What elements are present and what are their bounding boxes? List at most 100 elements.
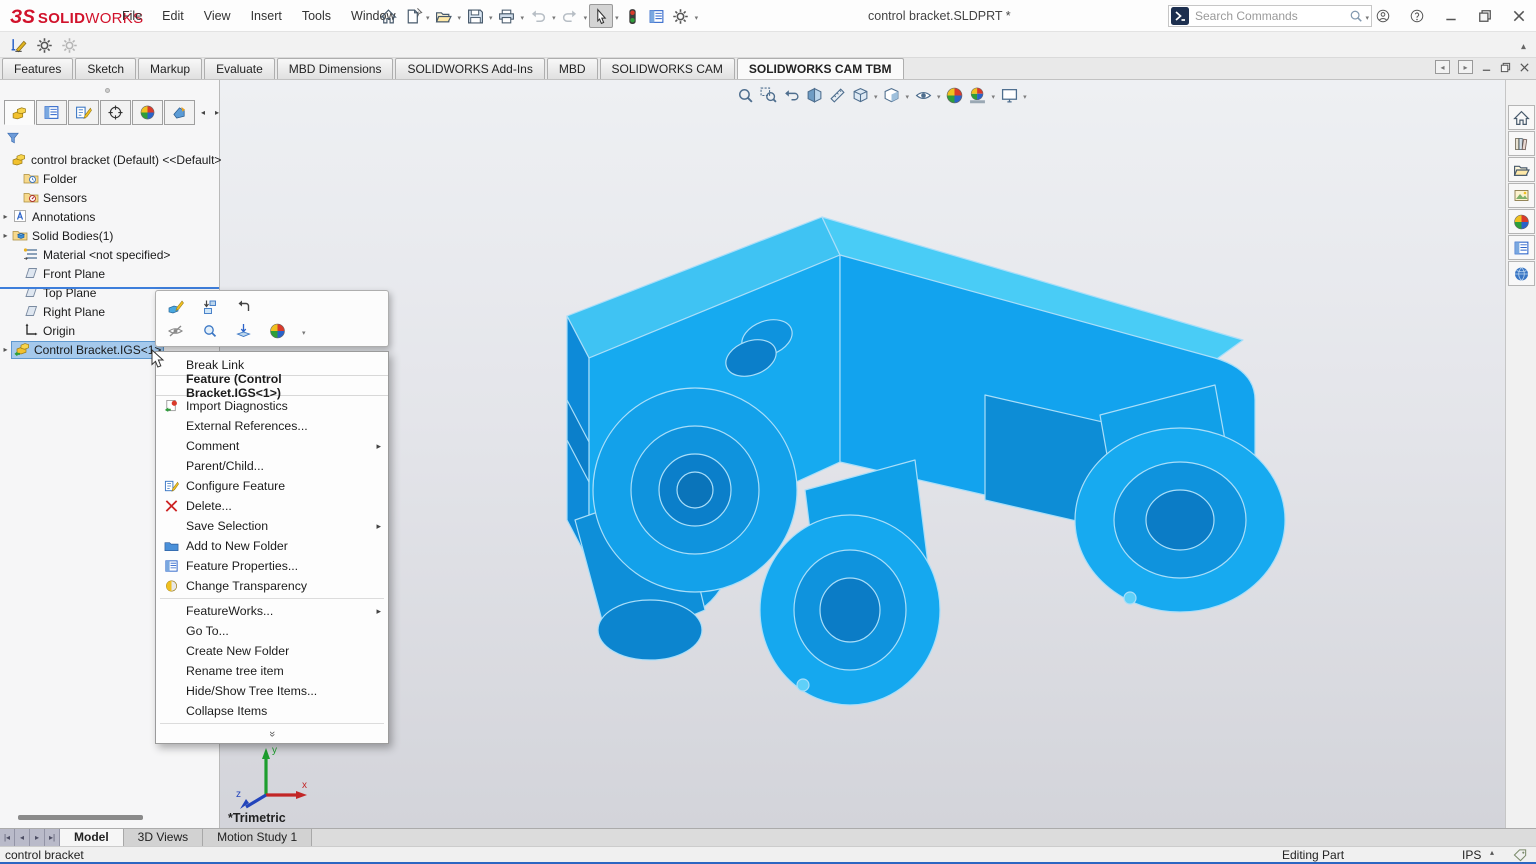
tab-dimxpert-manager[interactable] [100, 100, 131, 125]
menu-item-rename-tree-item[interactable]: Rename tree item [156, 661, 388, 681]
file-properties-button[interactable] [645, 4, 669, 28]
tab-features[interactable]: Features [2, 58, 73, 79]
cam-options-gear-button[interactable] [32, 33, 56, 57]
tree-item-part-root[interactable]: control bracket (Default) <<Default> [0, 150, 219, 169]
undo-arrow-icon[interactable] [232, 297, 254, 317]
panel-horizontal-scrollbar[interactable] [18, 815, 143, 820]
zoom-to-area-icon[interactable] [758, 85, 778, 105]
doc-close-icon[interactable] [1519, 62, 1530, 73]
menu-file[interactable]: File [112, 0, 152, 32]
save-button[interactable] [463, 4, 487, 28]
menu-insert[interactable]: Insert [241, 0, 292, 32]
apply-scene-dropdown[interactable] [991, 86, 997, 104]
account-button[interactable] [1366, 0, 1400, 32]
undo-dropdown[interactable] [550, 7, 558, 25]
tab-featuremanager-tree[interactable] [4, 100, 35, 125]
display-style-dropdown[interactable] [905, 86, 911, 104]
menu-item-hide-show-tree-items[interactable]: Hide/Show Tree Items... [156, 681, 388, 701]
open-button[interactable] [432, 4, 456, 28]
tree-item-annotations[interactable]: Annotations [0, 207, 219, 226]
zoom-to-fit-icon[interactable] [735, 85, 755, 105]
menu-view[interactable]: View [194, 0, 241, 32]
rebuild-traffic-light-button[interactable] [621, 4, 645, 28]
new-dropdown[interactable] [424, 7, 432, 25]
display-style-icon[interactable] [882, 85, 902, 105]
menu-expand-chevron[interactable] [156, 726, 388, 741]
tab-scroll-prev[interactable]: ◂ [15, 829, 30, 846]
edit-appearance-icon[interactable] [945, 85, 965, 105]
appearance-dropdown[interactable] [300, 322, 308, 340]
expand-arrow[interactable] [0, 345, 11, 354]
hide-show-items-icon[interactable] [913, 85, 933, 105]
help-button[interactable] [1400, 0, 1434, 32]
tree-item-folder[interactable]: Folder [0, 169, 219, 188]
open-dropdown[interactable] [456, 7, 464, 25]
tab-markup[interactable]: Markup [138, 58, 202, 79]
tab-display-manager[interactable] [132, 100, 163, 125]
tab-sketch[interactable]: Sketch [75, 58, 136, 79]
print-dropdown[interactable] [519, 7, 527, 25]
fm-tabs-scroll-right[interactable]: ▸ [210, 100, 224, 125]
model-3d-control-bracket[interactable] [555, 190, 1315, 730]
search-icon[interactable] [1349, 9, 1363, 23]
close-button[interactable] [1502, 0, 1536, 32]
hide-show-dropdown[interactable] [936, 86, 942, 104]
options-gear-button[interactable] [669, 4, 693, 28]
menu-item-add-to-new-folder[interactable]: Add to New Folder [156, 536, 388, 556]
normal-to-icon[interactable] [232, 321, 254, 341]
tab-solidworks-cam-tbm[interactable]: SOLIDWORKS CAM TBM [737, 58, 904, 79]
tab-motion-study-1[interactable]: Motion Study 1 [203, 829, 312, 846]
redo-button[interactable] [558, 4, 582, 28]
tree-item-material[interactable]: Material <not specified> [0, 245, 219, 264]
edit-feature-icon[interactable] [164, 297, 186, 317]
menu-item-parent-child[interactable]: Parent/Child... [156, 456, 388, 476]
menu-tools[interactable]: Tools [292, 0, 341, 32]
previous-view-icon[interactable] [781, 85, 801, 105]
menu-item-save-selection[interactable]: Save Selection [156, 516, 388, 536]
expand-arrow[interactable] [0, 212, 11, 221]
select-tool-button[interactable] [589, 4, 613, 28]
tab-mbd[interactable]: MBD [547, 58, 598, 79]
menu-item-collapse-items[interactable]: Collapse Items [156, 701, 388, 721]
view-palette-icon[interactable] [1508, 183, 1535, 208]
apply-scene-icon[interactable] [968, 85, 988, 105]
expand-arrow[interactable] [0, 231, 11, 240]
selected-tree-item[interactable]: Control Bracket.IGS<1> [11, 341, 164, 359]
tab-evaluate[interactable]: Evaluate [204, 58, 275, 79]
collapse-toolbar-chevron[interactable]: ▾ [1512, 38, 1526, 52]
view-settings-dropdown[interactable] [1022, 86, 1028, 104]
panel-splitter-handle[interactable] [105, 88, 110, 93]
menu-item-import-diagnostics[interactable]: Import Diagnostics [156, 396, 388, 416]
menu-item-external-references[interactable]: External References... [156, 416, 388, 436]
restore-button[interactable] [1468, 0, 1502, 32]
status-tag-icon[interactable] [1513, 848, 1528, 862]
tree-item-sensors[interactable]: Sensors [0, 188, 219, 207]
appearances-scenes-icon[interactable] [1508, 209, 1535, 234]
menu-item-create-new-folder[interactable]: Create New Folder [156, 641, 388, 661]
rollback-bar[interactable] [0, 287, 219, 289]
dock-right-icon[interactable]: ▸ [1458, 60, 1473, 74]
section-view-icon[interactable] [804, 85, 824, 105]
appearance-ball-icon[interactable] [266, 321, 288, 341]
tree-item-front-plane[interactable]: Front Plane [0, 264, 219, 283]
tab-solidworks-cam[interactable]: SOLIDWORKS CAM [600, 58, 735, 79]
status-units[interactable]: IPS [1462, 848, 1481, 862]
forum-globe-icon[interactable] [1508, 261, 1535, 286]
search-commands-box[interactable]: Search Commands [1168, 5, 1372, 27]
tab-scroll-first[interactable]: |◂ [0, 829, 15, 846]
fm-tabs-scroll-left[interactable]: ◂ [196, 100, 210, 125]
new-document-button[interactable] [400, 4, 424, 28]
cam-tool-icon-button[interactable] [6, 33, 30, 57]
tab-mbd-dimensions[interactable]: MBD Dimensions [277, 58, 394, 79]
insert-into-new-part-icon[interactable] [198, 297, 220, 317]
dynamic-annotation-views-icon[interactable] [827, 85, 847, 105]
doc-restore-icon[interactable] [1500, 62, 1511, 73]
menu-item-change-transparency[interactable]: Change Transparency [156, 576, 388, 596]
minimize-button[interactable] [1434, 0, 1468, 32]
tab-configuration-manager[interactable] [68, 100, 99, 125]
tab-solidworks-addins[interactable]: SOLIDWORKS Add-Ins [395, 58, 544, 79]
tree-item-solid-bodies[interactable]: Solid Bodies(1) [0, 226, 219, 245]
undo-button[interactable] [526, 4, 550, 28]
custom-properties-icon[interactable] [1508, 235, 1535, 260]
doc-minimize-icon[interactable] [1481, 62, 1492, 73]
